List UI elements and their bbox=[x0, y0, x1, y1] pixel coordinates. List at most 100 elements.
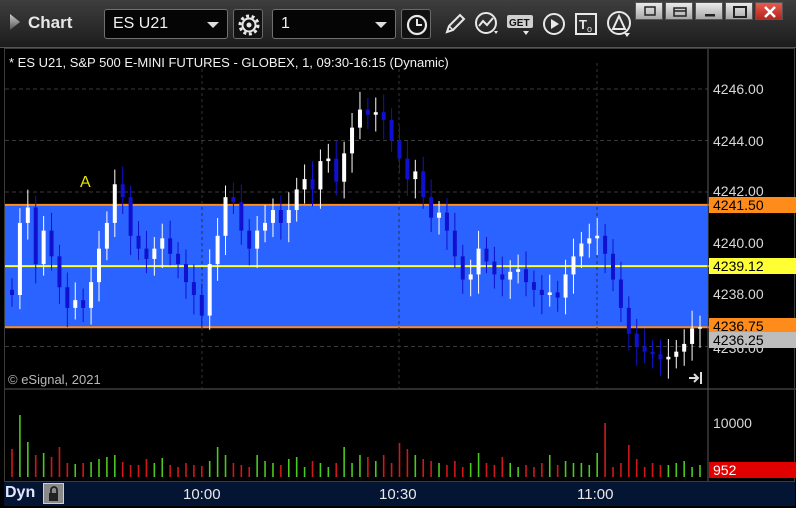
candle-body bbox=[310, 179, 315, 190]
candle-body bbox=[539, 289, 544, 295]
candle-body bbox=[587, 238, 592, 244]
time-tick: 11:00 bbox=[577, 486, 614, 503]
candle-body bbox=[278, 210, 283, 223]
candle-body bbox=[429, 197, 434, 218]
candle-body bbox=[49, 230, 54, 257]
candle-body bbox=[342, 153, 347, 182]
price-tick: 4238.00 bbox=[713, 286, 764, 302]
candle-body bbox=[500, 274, 505, 280]
candle-body bbox=[571, 256, 576, 275]
range-high-label: 4241.50 bbox=[709, 197, 796, 213]
candle-body bbox=[484, 248, 489, 262]
candle-body bbox=[373, 112, 378, 115]
candle-body bbox=[365, 109, 370, 115]
candle-body bbox=[618, 279, 623, 308]
candle-body bbox=[128, 197, 133, 236]
copyright-text: © eSignal, 2021 bbox=[8, 372, 101, 387]
candle-body bbox=[17, 222, 22, 295]
candle-body bbox=[682, 343, 687, 352]
price-tick: 4240.00 bbox=[713, 235, 764, 251]
chart-annotation[interactable]: A bbox=[80, 174, 91, 192]
candle-body bbox=[642, 346, 647, 352]
candle-body bbox=[120, 184, 125, 198]
candle-body bbox=[207, 264, 212, 316]
candle-body bbox=[176, 253, 181, 265]
candle-body bbox=[263, 222, 268, 231]
lock-icon[interactable] bbox=[43, 483, 64, 504]
candle-body bbox=[25, 207, 30, 223]
candle-body bbox=[231, 197, 236, 203]
candle-body bbox=[10, 289, 14, 295]
candle-body bbox=[381, 112, 386, 120]
candle-body bbox=[270, 210, 275, 223]
candle-body bbox=[168, 238, 173, 254]
candle-body bbox=[634, 333, 639, 347]
candle-body bbox=[531, 282, 536, 290]
candle-body bbox=[191, 282, 196, 295]
candle-body bbox=[81, 300, 86, 308]
scroll-to-end-icon[interactable] bbox=[688, 370, 704, 386]
candle-body bbox=[460, 256, 465, 280]
candle-body bbox=[516, 269, 521, 272]
candle-body bbox=[437, 212, 442, 218]
candle-body bbox=[294, 189, 299, 211]
candle-body bbox=[452, 230, 457, 257]
candle-body bbox=[302, 179, 307, 190]
candle-body bbox=[160, 238, 165, 249]
candle-body bbox=[413, 171, 418, 180]
volume-last-label: 952 bbox=[709, 462, 796, 478]
candle-body bbox=[73, 300, 78, 308]
price-chart[interactable] bbox=[0, 0, 796, 508]
candle-body bbox=[626, 307, 631, 334]
candle-body bbox=[334, 158, 339, 182]
chart-header: * ES U21, S&P 500 E-MINI FUTURES - GLOBE… bbox=[9, 55, 449, 70]
price-tick: 4246.00 bbox=[713, 81, 764, 97]
candle-body bbox=[389, 119, 394, 141]
candle-body bbox=[397, 140, 402, 159]
candle-body bbox=[650, 351, 655, 355]
candle-body bbox=[508, 271, 513, 280]
candle-body bbox=[674, 351, 679, 357]
candle-body bbox=[444, 212, 449, 231]
candle-body bbox=[524, 269, 529, 283]
candle-body bbox=[555, 292, 560, 298]
candle-body bbox=[152, 248, 157, 259]
candle-body bbox=[183, 264, 188, 283]
candle-body bbox=[357, 109, 362, 128]
range-mid-label: 4239.12 bbox=[709, 258, 796, 274]
candle-body bbox=[255, 230, 260, 249]
candle-body bbox=[215, 235, 220, 265]
candle-body bbox=[476, 248, 481, 275]
dynamic-mode-label[interactable]: Dyn bbox=[5, 484, 35, 502]
candle-body bbox=[104, 222, 109, 249]
candle-body bbox=[326, 158, 331, 162]
candle-body bbox=[96, 248, 101, 283]
candle-body bbox=[547, 292, 552, 295]
candle-body bbox=[286, 210, 291, 223]
candle-body bbox=[579, 243, 584, 257]
candle-body bbox=[698, 327, 702, 329]
candle-body bbox=[112, 184, 117, 223]
candle-body bbox=[658, 354, 663, 360]
candle-body bbox=[57, 256, 62, 288]
candle-body bbox=[144, 248, 149, 259]
candle-body bbox=[690, 328, 695, 344]
candle-body bbox=[603, 235, 608, 254]
candle-body bbox=[65, 287, 70, 308]
last-price-label: 4236.25 bbox=[709, 332, 796, 348]
candle-body bbox=[318, 161, 323, 190]
candle-body bbox=[350, 127, 355, 154]
candle-body bbox=[199, 295, 204, 316]
candle-body bbox=[247, 230, 252, 249]
candle-body bbox=[595, 235, 600, 239]
candle-body bbox=[405, 158, 410, 180]
chart-window: Chart ES U21 1 GET T o * ES U21, S&P 500… bbox=[0, 0, 796, 508]
time-tick: 10:30 bbox=[379, 486, 417, 503]
price-tick: 4244.00 bbox=[713, 133, 764, 149]
candle-body bbox=[611, 253, 616, 280]
candle-body bbox=[239, 202, 244, 231]
candle-body bbox=[421, 171, 426, 198]
time-tick: 10:00 bbox=[183, 486, 221, 503]
candle-body bbox=[89, 282, 94, 308]
volume-tick: 10000 bbox=[713, 415, 752, 431]
